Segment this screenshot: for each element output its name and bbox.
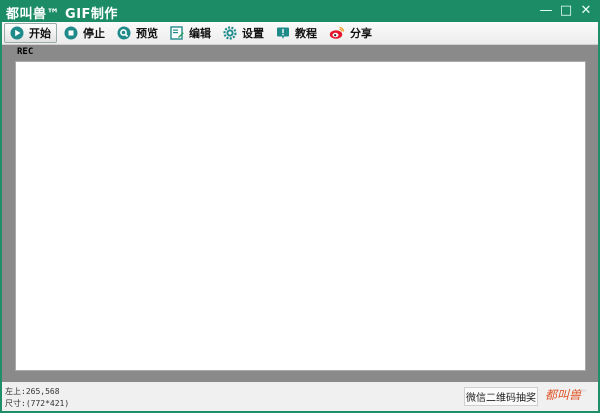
brand-logo[interactable]: 都叫兽™: [545, 386, 587, 403]
preview-icon: [117, 26, 131, 40]
start-button-label: 开始: [29, 27, 51, 40]
share-button[interactable]: 分享: [324, 23, 377, 43]
position-value: 265,568: [25, 387, 60, 396]
brand-logo-tm: ™: [581, 389, 588, 396]
recording-stage: REC: [2, 45, 598, 382]
play-icon: [10, 26, 24, 40]
capture-area[interactable]: [15, 61, 586, 371]
settings-button-label: 设置: [242, 27, 264, 40]
wechat-lottery-button[interactable]: 微信二维码抽奖: [464, 387, 538, 406]
window-controls: — □ ✕: [536, 2, 596, 18]
gear-icon: [223, 26, 237, 40]
minimize-button[interactable]: —: [536, 2, 556, 18]
stop-button[interactable]: 停止: [59, 23, 110, 43]
position-label: 左上:: [5, 387, 26, 396]
status-bar: 左上:265,568 尺寸:(772*421) 微信二维码抽奖 都叫兽™: [2, 382, 598, 411]
brand-logo-text: 都叫兽: [545, 388, 582, 402]
title-bar[interactable]: 都叫兽™ GIF制作 — □ ✕: [0, 0, 600, 22]
size-value: (772*421): [25, 399, 70, 408]
maximize-button[interactable]: □: [556, 2, 576, 18]
stop-button-label: 停止: [83, 27, 105, 40]
preview-button-label: 预览: [136, 27, 158, 40]
position-readout: 左上:265,568: [5, 386, 60, 397]
size-readout: 尺寸:(772*421): [5, 398, 69, 409]
edit-icon: [170, 26, 184, 40]
info-icon: [277, 27, 289, 39]
rec-label: REC: [17, 47, 34, 57]
preview-button[interactable]: 预览: [112, 23, 163, 43]
edit-button-label: 编辑: [189, 27, 211, 40]
toolbar: 开始 停止 预览 编辑 设置 教程 分享: [2, 22, 598, 45]
stop-icon: [64, 26, 78, 40]
close-button[interactable]: ✕: [576, 2, 596, 18]
start-button[interactable]: 开始: [4, 23, 57, 43]
size-label: 尺寸:: [5, 399, 26, 408]
tutorial-button[interactable]: 教程: [271, 23, 322, 43]
weibo-icon: [329, 26, 345, 39]
settings-button[interactable]: 设置: [218, 23, 269, 43]
window-title: 都叫兽™ GIF制作: [6, 7, 118, 22]
edit-button[interactable]: 编辑: [165, 23, 216, 43]
share-button-label: 分享: [350, 27, 372, 40]
tutorial-button-label: 教程: [295, 27, 317, 40]
app-window: 都叫兽™ GIF制作 — □ ✕ 开始 停止 预览 编辑 设置 教程 分享 RE…: [0, 0, 600, 413]
